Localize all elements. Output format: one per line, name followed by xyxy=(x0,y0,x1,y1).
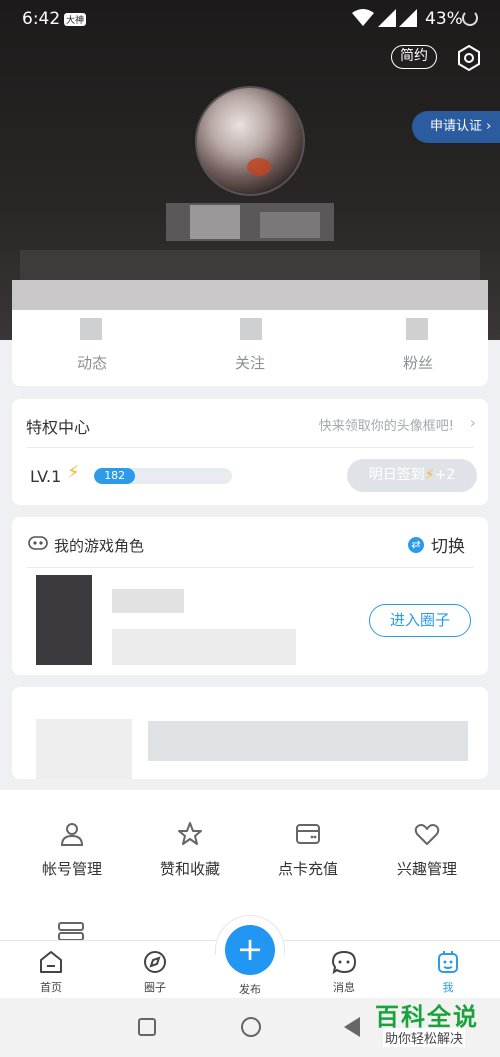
signin-bonus: +2 xyxy=(434,467,456,483)
blurred-bio xyxy=(20,250,480,280)
blurred-role-info xyxy=(112,629,296,665)
heart-icon xyxy=(414,824,440,845)
wifi-icon xyxy=(352,9,374,26)
tool-card-recharge[interactable]: 点卡充值 xyxy=(248,820,368,879)
post-plus-button[interactable]: + xyxy=(225,925,275,975)
tomorrow-signin-button[interactable]: 明日签到⚡+2 xyxy=(347,459,477,492)
stat-following[interactable]: 关注 xyxy=(190,352,310,373)
bottom-nav: 首页 圈子 + 发布 消息 我 xyxy=(0,915,500,998)
level-label: LV.1 xyxy=(30,467,62,486)
nav-label: 首页 xyxy=(40,981,62,994)
tool-label: 兴趣管理 xyxy=(396,860,457,878)
switch-role-button[interactable]: 切换 xyxy=(431,532,465,557)
game-role-title: 我的游戏角色 xyxy=(54,537,145,555)
tool-interest-management[interactable]: 兴趣管理 xyxy=(367,820,487,879)
nav-circle[interactable]: 圈子 xyxy=(115,949,195,995)
app-badge: 大神 xyxy=(64,13,87,26)
stat-value xyxy=(80,318,102,340)
nav-home[interactable]: 首页 xyxy=(11,949,91,995)
privilege-center-card[interactable]: 特权中心 快来领取你的头像框吧! › LV.1 ⚡ 182 明日签到⚡+2 xyxy=(12,399,488,505)
tool-label: 赞和收藏 xyxy=(159,860,220,878)
lightning-icon: ⚡ xyxy=(424,467,435,483)
chevron-right-icon: › xyxy=(486,119,492,134)
person-icon xyxy=(60,823,84,846)
watermark-title: 百科全说 xyxy=(375,1003,479,1031)
stat-value xyxy=(406,318,428,340)
signal-icon xyxy=(378,9,396,27)
simple-mode-button[interactable]: 简约 xyxy=(391,45,437,69)
blurred-role-avatar xyxy=(36,575,92,665)
chat-bubble-icon xyxy=(331,950,357,975)
battery-ring-icon xyxy=(462,10,478,26)
nav-label: 我 xyxy=(442,981,454,994)
nav-label: 圈子 xyxy=(144,981,166,994)
cert-label: 申请认证 xyxy=(430,119,483,134)
nav-label: 发布 xyxy=(239,983,261,996)
blurred-content xyxy=(148,721,468,761)
tool-label: 帐号管理 xyxy=(41,860,102,878)
settings-gear-icon[interactable] xyxy=(455,44,483,72)
recent-apps-icon[interactable] xyxy=(138,1018,156,1036)
stat-followers[interactable]: 粉丝 xyxy=(358,352,478,373)
divider xyxy=(26,567,474,568)
tool-likes-favorites[interactable]: 赞和收藏 xyxy=(130,820,250,879)
home-button-icon[interactable] xyxy=(241,1017,261,1037)
apply-certification-button[interactable]: 申请认证 › xyxy=(412,111,500,143)
privilege-hint: 快来领取你的头像框吧! xyxy=(318,419,454,434)
gamepad-icon xyxy=(28,536,48,550)
xp-progress-bar: 182 xyxy=(94,468,232,484)
home-icon xyxy=(40,951,62,973)
watermark-subtitle: 助你轻松解决 xyxy=(383,1028,466,1047)
game-role-card: 我的游戏角色 ⇄ 切换 进入圈子 xyxy=(12,517,488,675)
status-bar: 6:42 大神 43% xyxy=(0,0,500,38)
tool-account-management[interactable]: 帐号管理 xyxy=(12,820,132,879)
blurred-nickname xyxy=(260,212,320,238)
compass-icon xyxy=(144,951,166,973)
lightning-icon: ⚡ xyxy=(67,462,80,483)
blurred-content xyxy=(36,719,132,779)
back-icon[interactable] xyxy=(344,1017,360,1037)
battery-level: 43% xyxy=(425,9,463,29)
profile-icon xyxy=(438,951,458,973)
watermark-logo: 百科全说 助你轻松解决 xyxy=(367,997,491,1049)
blurred-overlay xyxy=(12,280,488,310)
signal-icon xyxy=(399,9,417,27)
privilege-title: 特权中心 xyxy=(26,418,91,437)
nav-me[interactable]: 我 xyxy=(408,949,488,995)
stats-card: 动态 关注 粉丝 xyxy=(12,280,488,386)
xp-progress-fill: 182 xyxy=(94,468,136,484)
star-icon xyxy=(178,822,202,845)
stat-value xyxy=(240,318,262,340)
nav-messages[interactable]: 消息 xyxy=(304,949,384,995)
switch-icon[interactable]: ⇄ xyxy=(408,537,424,553)
signin-label: 明日签到 xyxy=(368,467,425,483)
nav-post[interactable]: 发布 xyxy=(210,981,290,997)
tool-label: 点卡充值 xyxy=(277,860,338,878)
divider xyxy=(26,447,474,448)
nav-label: 消息 xyxy=(333,981,355,994)
card-icon xyxy=(296,824,320,844)
enter-circle-button[interactable]: 进入圈子 xyxy=(369,604,471,637)
server-icon[interactable] xyxy=(58,922,84,940)
avatar[interactable] xyxy=(195,86,305,196)
status-time: 6:42 xyxy=(22,9,61,29)
stat-posts[interactable]: 动态 xyxy=(32,352,152,373)
blurred-card xyxy=(12,687,488,779)
blurred-nickname xyxy=(190,205,240,239)
chevron-right-icon: › xyxy=(469,413,476,432)
blurred-role-name xyxy=(112,589,184,613)
